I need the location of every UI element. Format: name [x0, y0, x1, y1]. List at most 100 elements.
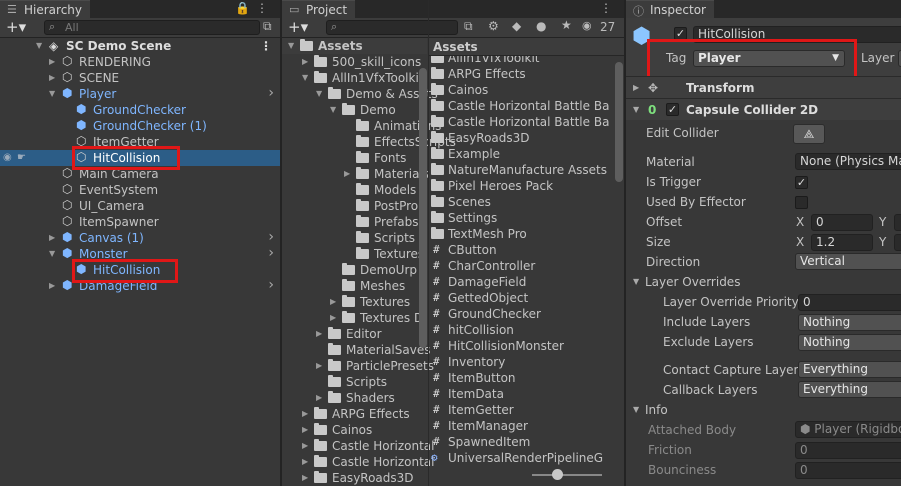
callback-layers-dropdown[interactable]: Everything — [798, 381, 901, 398]
folder-tree-item[interactable]: ▶ ParticlePresets — [282, 358, 434, 374]
asset-item[interactable]: Example — [429, 146, 624, 162]
zoom-slider-handle[interactable] — [552, 469, 563, 480]
asset-item[interactable]: AllIn1VfxToolkit — [429, 56, 624, 66]
material-field[interactable]: None (Physics Ma — [795, 153, 901, 170]
size-y-field[interactable] — [894, 234, 901, 251]
warning-icon[interactable]: ● — [536, 19, 546, 33]
expand-arrow-icon[interactable]: ▼ — [316, 86, 322, 102]
priority-field[interactable]: 0 — [798, 294, 901, 311]
expand-arrow-icon[interactable]: ▶ — [49, 70, 55, 86]
expand-arrow-icon[interactable]: ▼ — [330, 102, 336, 118]
filter-type-icon[interactable]: ⧉ — [464, 19, 473, 34]
folder-tree-item[interactable]: ▶ Textures D — [282, 310, 427, 326]
tree-scrollbar[interactable] — [419, 68, 427, 348]
exclude-layers-dropdown[interactable]: Nothing — [798, 334, 901, 351]
capsule-collider-header[interactable]: ▼ 0 ✓ Capsule Collider 2D — [626, 98, 901, 120]
expand-arrow-icon[interactable]: ▶ — [302, 454, 308, 470]
project-search-input[interactable]: ⌕ — [326, 20, 458, 35]
asset-item[interactable]: EasyRoads3D — [429, 130, 624, 146]
expand-arrow-icon[interactable]: ▶ — [316, 358, 322, 374]
asset-item[interactable]: # SpawnedItem — [429, 434, 624, 450]
folder-tree-item[interactable]: ▶ Castle Horizontal — [282, 438, 435, 454]
asset-item[interactable]: Castle Horizontal Battle Ba — [429, 114, 624, 130]
asset-item[interactable]: # ItemManager — [429, 418, 624, 434]
hierarchy-row[interactable]: ⬢ GroundChecker (1) — [0, 118, 280, 134]
chevron-right-icon[interactable]: › — [268, 277, 274, 293]
folder-tree-item[interactable]: Scripts — [282, 374, 427, 390]
asset-item[interactable]: # DamageField — [429, 274, 624, 290]
layer-overrides-row[interactable]: ▼ Layer Overrides — [626, 272, 901, 292]
chevron-right-icon[interactable]: › — [268, 245, 274, 261]
asset-item[interactable]: # ItemButton — [429, 370, 624, 386]
folder-tree-item[interactable]: Fonts — [282, 150, 427, 166]
hierarchy-row[interactable]: ▶ ⬡ RENDERING — [0, 54, 280, 70]
folder-tree-item[interactable]: ▶ Cainos — [282, 422, 427, 438]
project-tab-tools[interactable]: ⋮ — [600, 1, 618, 15]
expand-arrow-icon[interactable]: ▼ — [288, 38, 294, 54]
offset-y-field[interactable] — [894, 214, 901, 231]
asset-item[interactable]: ARPG Effects — [429, 66, 624, 82]
add-asset-icon[interactable]: +▾ — [288, 18, 308, 36]
search-options-icon[interactable]: ⧉ — [263, 19, 272, 34]
hierarchy-row[interactable]: ⬢ GroundChecker — [0, 102, 280, 118]
include-layers-dropdown[interactable]: Nothing — [798, 314, 901, 331]
asset-item[interactable]: Scenes — [429, 194, 624, 210]
expand-arrow-icon[interactable]: ▼ — [302, 70, 308, 86]
folder-tree-item[interactable]: ▶ ARPG Effects — [282, 406, 427, 422]
asset-item[interactable]: # ItemGetter — [429, 402, 624, 418]
expand-arrow-icon[interactable]: ▶ — [49, 278, 55, 294]
expand-arrow-icon[interactable]: ▶ — [330, 294, 336, 310]
hierarchy-search-input[interactable]: ⌕ All — [44, 20, 260, 35]
info-row[interactable]: ▼ Info — [626, 400, 901, 420]
asset-item[interactable]: # ItemData — [429, 386, 624, 402]
hierarchy-row[interactable]: ⬡ EventSystem — [0, 182, 280, 198]
folder-tree-item[interactable]: DemoUrp — [282, 262, 427, 278]
asset-item[interactable]: # Inventory — [429, 354, 624, 370]
asset-item[interactable]: Pixel Heroes Pack — [429, 178, 624, 194]
visibility-eye-icon[interactable]: ◉ — [3, 150, 12, 166]
expand-arrow-icon[interactable]: ▶ — [302, 470, 308, 486]
is-trigger-checkbox[interactable]: ✓ — [795, 176, 808, 189]
files-scrollbar[interactable] — [615, 62, 623, 182]
expand-arrow-icon[interactable]: ▶ — [302, 54, 308, 70]
expand-arrow-icon[interactable]: ▼ — [49, 246, 55, 262]
direction-dropdown[interactable]: Vertical — [795, 253, 901, 270]
hierarchy-row[interactable]: ▶ ⬢ Canvas (1) › — [0, 229, 280, 246]
edit-collider-button[interactable]: ⟁ — [793, 124, 825, 144]
folder-tree-item[interactable]: ▼ AllIn1VfxToolkit — [282, 70, 427, 86]
offset-x-field[interactable]: 0 — [811, 214, 873, 231]
add-icon[interactable]: +▾ — [6, 18, 26, 36]
favorite-star-icon[interactable]: ★ — [561, 18, 572, 32]
scene-row[interactable]: ▼ ◈ SC Demo Scene ⋮ — [0, 38, 280, 54]
folder-tree-item[interactable]: ▶ Materials — [282, 166, 429, 182]
scene-menu-icon[interactable]: ⋮ — [260, 38, 272, 54]
transform-header[interactable]: ▶ ✥ Transform — [626, 76, 901, 98]
project-tab[interactable]: ▭ Project — [282, 0, 356, 18]
hierarchy-row[interactable]: ▶ ⬡ SCENE — [0, 70, 280, 86]
hierarchy-row[interactable]: ⬡ ItemSpawner — [0, 214, 280, 230]
folder-tree-item[interactable]: PostPro — [282, 198, 427, 214]
asset-item[interactable]: Cainos — [429, 82, 624, 98]
folder-tree-item[interactable]: MaterialSaves — [282, 342, 430, 358]
asset-item[interactable]: # hitCollision — [429, 322, 624, 338]
expand-arrow-icon[interactable]: ▼ — [49, 86, 55, 102]
asset-item[interactable]: # CharController — [429, 258, 624, 274]
hierarchy-row[interactable]: ⬡ UI_Camera — [0, 198, 280, 214]
expand-arrow-icon[interactable]: ▶ — [316, 326, 322, 342]
folder-tree-item[interactable]: ▶ Shaders — [282, 390, 427, 406]
asset-item[interactable]: # CButton — [429, 242, 624, 258]
asset-item[interactable]: NatureManufacture Assets — [429, 162, 624, 178]
used-by-effector-checkbox[interactable] — [795, 196, 808, 209]
expand-arrow-icon[interactable]: ▶ — [49, 54, 55, 70]
expand-arrow-icon[interactable]: ▶ — [302, 406, 308, 422]
asset-item[interactable]: # GroundChecker — [429, 306, 624, 322]
hierarchy-tab-tools[interactable]: 🔒⋮ — [235, 1, 274, 15]
expand-arrow-icon[interactable]: ▶ — [330, 310, 336, 326]
folder-tree-item[interactable]: EffectsScripts — [282, 134, 456, 150]
folder-tree-item[interactable]: Textures — [282, 246, 427, 262]
asset-item[interactable]: TextMesh Pro — [429, 226, 624, 242]
folder-tree-item[interactable]: ▼ Demo — [282, 102, 427, 118]
expand-arrow-icon[interactable]: ▶ — [344, 166, 350, 182]
expand-arrow-icon[interactable]: ▶ — [302, 422, 308, 438]
folder-tree-item[interactable]: ▶ Textures — [282, 294, 427, 310]
